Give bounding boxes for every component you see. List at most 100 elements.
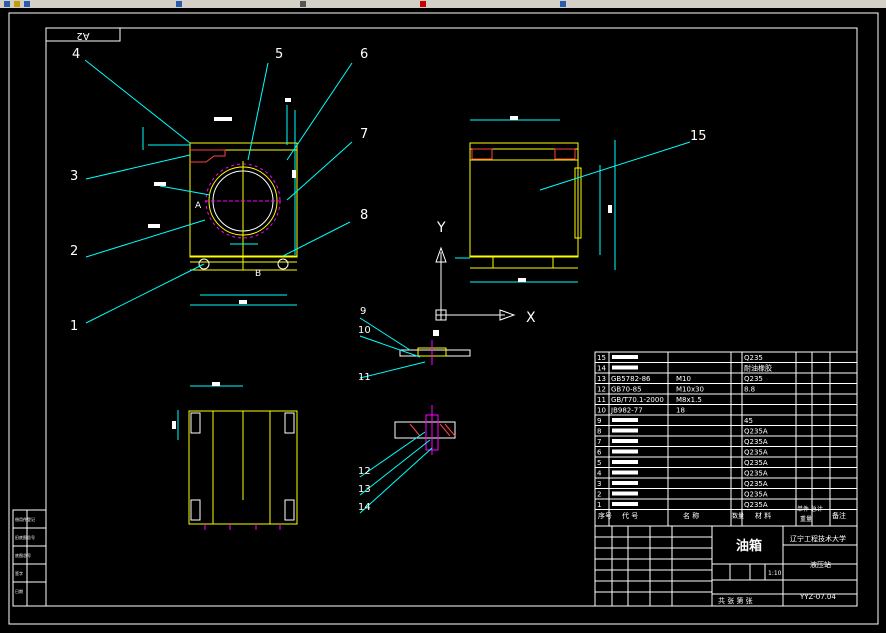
drawing-number: YYZ-07.04	[799, 593, 836, 601]
bom-row-name-block	[612, 365, 638, 370]
bom-row-code: GB70-85	[611, 386, 642, 394]
toolbar-zoom-icon[interactable]	[420, 1, 426, 7]
side-view	[455, 116, 691, 283]
callout-4: 4	[72, 47, 80, 62]
ucs-axis-icon	[433, 246, 516, 336]
bom-header-name: 名 称	[683, 511, 699, 520]
bom-row-no: 10	[597, 407, 606, 415]
sheet-outer-border	[8, 12, 879, 625]
bom-header-material: 材 料	[755, 511, 771, 520]
bom-row-no: 2	[597, 491, 601, 499]
bom-row-code: GB5782-86	[611, 375, 651, 383]
bom-row-material: 8.8	[744, 386, 755, 394]
bom-row-name-block	[612, 418, 638, 422]
callout-7: 7	[360, 127, 368, 142]
toolbar-open-icon[interactable]	[14, 1, 20, 7]
bom-header-qty: 数量	[732, 512, 744, 520]
callout-5: 5	[275, 47, 283, 62]
leaders-detail	[359, 317, 433, 514]
callout-11: 11	[358, 372, 371, 383]
bom-row-name-block	[612, 460, 638, 464]
callout-3: 3	[70, 169, 78, 184]
bom-row-name-block	[612, 470, 638, 475]
detail-views	[394, 340, 471, 455]
bom-row-no: 7	[597, 438, 601, 446]
bom-row-material: Q235	[744, 354, 763, 362]
bom-row-code: GB/T70.1-2000	[611, 396, 664, 404]
section-label-a: A	[195, 201, 202, 211]
bom-row-no: 14	[597, 365, 606, 373]
bom-row-material: Q235A	[744, 480, 768, 488]
front-view	[142, 98, 298, 306]
bom-row-no: 1	[597, 501, 601, 509]
bom-row-material: Q235A	[744, 449, 768, 457]
callout-15: 15	[690, 129, 707, 144]
callout-6: 6	[360, 47, 368, 62]
bom-row-name-block	[612, 449, 638, 454]
side-label-0: 借用件登记	[15, 516, 35, 522]
bom-rows: 15 Q23514 耐油橡胶13 GB5782-86 M10 Q23512 GB70-85 M…	[597, 354, 772, 509]
section-label-b: B	[255, 269, 261, 279]
drawing-canvas[interactable]: A2 4 5 6 7 3 8 2 1 15 9 10 11 12 13 14 A…	[0, 8, 886, 629]
bom-header-seq: 序号	[598, 511, 612, 520]
callout-labels: 4 5 6 7 3 8 2 1 15 9 10 11 12 13 14 A B …	[70, 47, 707, 513]
toolbar-new-icon[interactable]	[4, 1, 10, 7]
bom-row-no: 9	[597, 417, 601, 425]
toolbar-undo-icon[interactable]	[300, 1, 306, 7]
bom-row-no: 6	[597, 449, 602, 457]
side-label-4: 日期	[15, 588, 23, 594]
bom-header-code: 代 号	[622, 511, 638, 520]
project-name: 液压站	[810, 560, 831, 569]
bom-row-spec: M10	[676, 375, 691, 383]
bom-row-no: 15	[597, 354, 606, 362]
bom-header-weight: 单件 总计	[797, 505, 823, 513]
leaders-front	[84, 59, 353, 324]
callout-14: 14	[358, 502, 371, 513]
bom-row-material: Q235A	[744, 438, 768, 446]
bom-row-no: 5	[597, 459, 601, 467]
bom-row-no: 8	[597, 428, 601, 436]
callout-9: 9	[360, 306, 366, 317]
callout-12: 12	[358, 466, 371, 477]
axis-label-y: Y	[436, 220, 446, 236]
bom-row-material: Q235A	[744, 470, 768, 478]
bom-row-name-block	[612, 502, 638, 506]
scale-value: 1:10	[768, 570, 782, 577]
callout-8: 8	[360, 208, 368, 223]
bom-header-unit: 重量	[800, 515, 812, 523]
bom-row-name-block	[612, 439, 638, 443]
bom-row-spec: M10x30	[676, 386, 704, 394]
bom-row-name-block	[612, 428, 638, 433]
callout-13: 13	[358, 484, 371, 495]
bom-row-no: 3	[597, 480, 601, 488]
axis-label-x: X	[526, 310, 536, 326]
bom-row-material: 45	[744, 417, 753, 425]
bom-header: 序号 代 号 名 称 数量 材 料 单件 总计 重量 备注	[598, 505, 846, 523]
side-label-1: 旧底图总号	[15, 534, 35, 540]
school-name: 辽宁工程技术大学	[790, 534, 846, 543]
callout-10: 10	[358, 325, 371, 336]
toolbar-print-icon[interactable]	[176, 1, 182, 7]
bom-row-code: JB982-77	[610, 407, 643, 415]
side-label-3: 签字	[15, 570, 23, 576]
toolbar-save-icon[interactable]	[24, 1, 30, 7]
bom-row-no: 12	[597, 386, 606, 394]
bom-header-remark: 备注	[832, 511, 846, 520]
sheet-code: A2	[76, 30, 89, 41]
bom-row-spec: M8x1.5	[676, 396, 702, 404]
sheet-info: 共 张 第 张	[718, 596, 753, 605]
bom-row-material: Q235A	[744, 491, 768, 499]
toolbar-pan-icon[interactable]	[560, 1, 566, 7]
bom-row-no: 11	[597, 396, 606, 404]
callout-2: 2	[70, 244, 78, 259]
bom-row-material: Q235A	[744, 428, 768, 436]
bom-row-material: Q235A	[744, 501, 768, 509]
bom-row-spec: 18	[676, 407, 685, 415]
bom-row-no: 4	[597, 470, 602, 478]
side-label-2: 底图总号	[15, 552, 31, 558]
callout-1: 1	[70, 319, 78, 334]
cad-toolbar	[0, 0, 886, 8]
top-view	[172, 382, 298, 530]
bom-row-material: 耐油橡胶	[744, 364, 772, 373]
bom-row-no: 13	[597, 375, 606, 383]
